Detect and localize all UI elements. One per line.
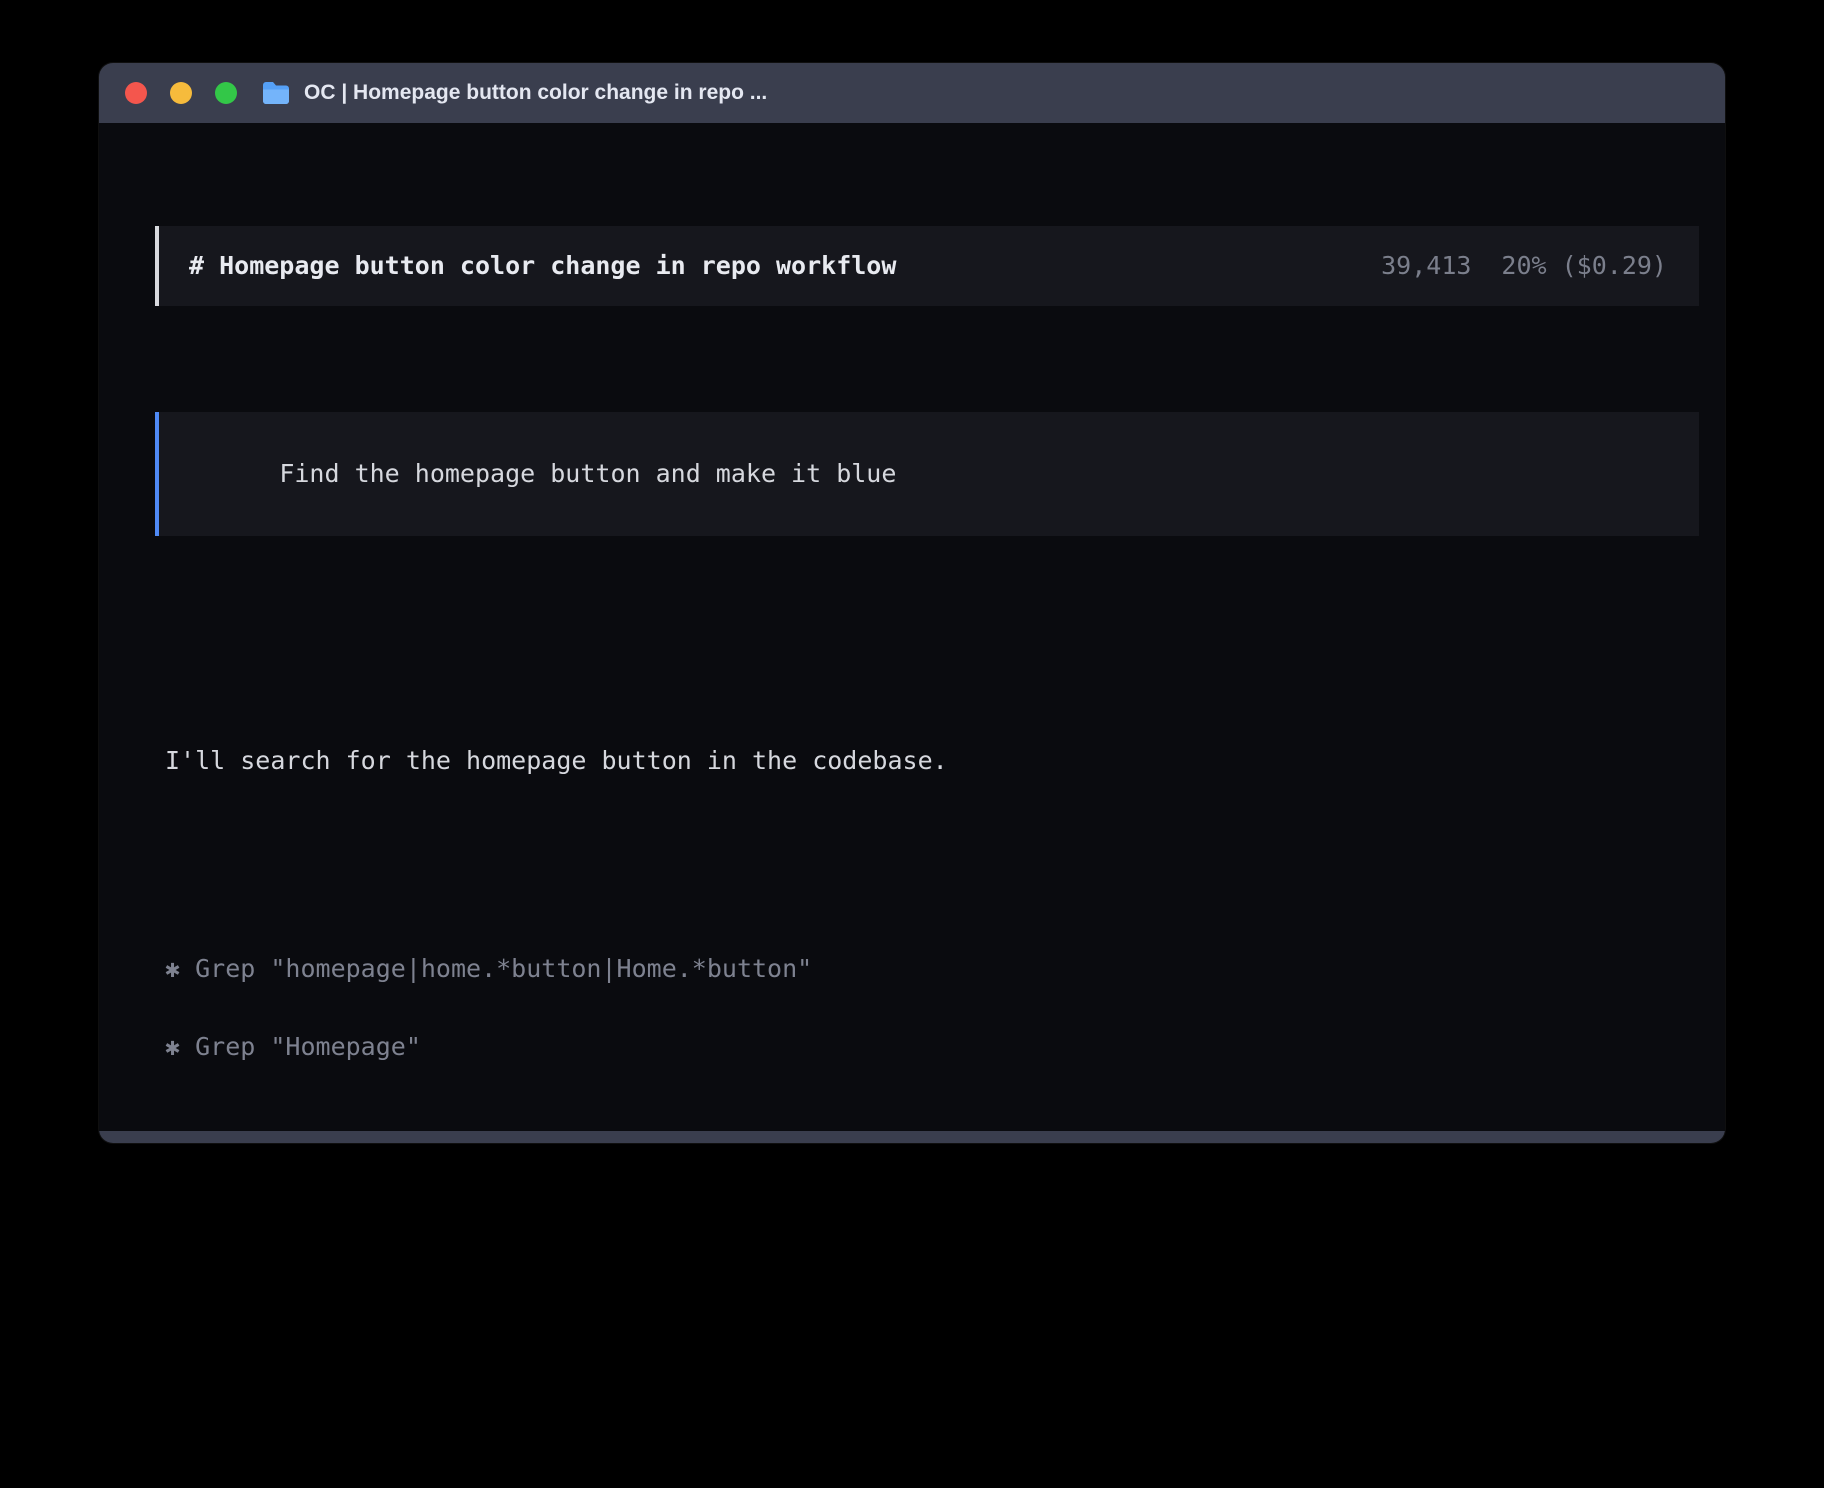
titlebar[interactable]: OC | Homepage button color change in rep… <box>99 63 1725 123</box>
terminal-window: OC | Homepage button color change in rep… <box>99 63 1725 1143</box>
folder-icon <box>261 81 291 105</box>
window-title: OC | Homepage button color change in rep… <box>304 81 767 105</box>
context-cost: 20% ($0.29) <box>1501 253 1667 279</box>
token-count: 39,413 <box>1381 253 1471 279</box>
user-message: Find the homepage button and make it blu… <box>155 412 1699 536</box>
zoom-button[interactable] <box>215 82 237 104</box>
minimize-button[interactable] <box>170 82 192 104</box>
assistant-transcript: I'll search for the homepage button in t… <box>165 644 1655 1131</box>
close-button[interactable] <box>125 82 147 104</box>
traffic-lights <box>125 82 237 104</box>
tool-call-grep: ✱ Grep "homepage|home.*button|Home.*butt… <box>165 956 1655 982</box>
session-stats: 39,413 20% ($0.29) <box>1381 253 1667 279</box>
session-header: # Homepage button color change in repo w… <box>155 226 1699 306</box>
session-title: # Homepage button color change in repo w… <box>189 253 896 279</box>
user-message-text: Find the homepage button and make it blu… <box>279 459 896 488</box>
tool-call-grep: ✱ Grep "Homepage" <box>165 1034 1655 1060</box>
window-bottom-edge <box>99 1131 1725 1143</box>
assistant-text: I'll search for the homepage button in t… <box>165 748 1655 774</box>
terminal-content: # Homepage button color change in repo w… <box>99 123 1725 1131</box>
